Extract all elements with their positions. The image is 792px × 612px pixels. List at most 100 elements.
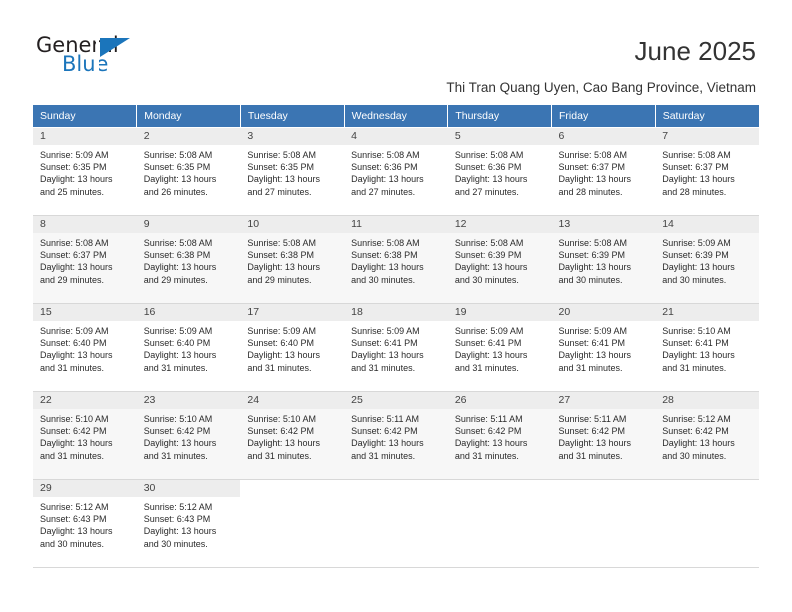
sunrise-sunset-calendar: Sunday Monday Tuesday Wednesday Thursday… xyxy=(33,105,759,568)
daylight-duration-line1: Daylight: 13 hours xyxy=(558,174,632,185)
sunset-time: Sunset: 6:42 PM xyxy=(143,426,211,437)
calendar-day-cell[interactable]: 16 Sunrise: 5:09 AM Sunset: 6:40 PM Dayligh… xyxy=(136,303,241,392)
daylight-duration-line1: Daylight: 13 hours xyxy=(454,262,528,273)
daylight-duration-line2: and 30 minutes. xyxy=(40,538,105,549)
calendar-day-cell[interactable]: 25 Sunrise: 5:11 AM Sunset: 6:42 PM Dayligh… xyxy=(344,391,448,480)
sunrise-time: Sunrise: 5:09 AM xyxy=(558,326,628,336)
daylight-duration-line1: Daylight: 13 hours xyxy=(143,526,217,537)
calendar-day-cell[interactable]: 22 Sunrise: 5:10 AM Sunset: 6:42 PM Dayligh… xyxy=(33,391,137,480)
daylight-duration-line2: and 31 minutes. xyxy=(662,362,727,373)
daylight-duration-line1: Daylight: 13 hours xyxy=(351,262,424,273)
daylight-duration-line2: and 30 minutes. xyxy=(558,274,623,285)
day-details: Sunrise: 5:08 AM Sunset: 6:36 PM Daylight:… xyxy=(344,145,448,198)
sunset-time: Sunset: 6:42 PM xyxy=(454,426,522,437)
sunrise-time: Sunrise: 5:12 AM xyxy=(143,502,213,512)
calendar-day-cell[interactable]: 20 Sunrise: 5:09 AM Sunset: 6:41 PM Dayligh… xyxy=(551,303,656,392)
page-header: General Blue June 2025 Thi Tran Quang Uy… xyxy=(0,0,792,95)
daylight-duration-line1: Daylight: 13 hours xyxy=(40,262,113,273)
day-details: Sunrise: 5:08 AM Sunset: 6:37 PM Daylight:… xyxy=(552,145,656,198)
calendar-day-cell[interactable]: 29 Sunrise: 5:12 AM Sunset: 6:43 PM Dayligh… xyxy=(33,479,137,568)
calendar-day-cell[interactable]: 27 Sunrise: 5:11 AM Sunset: 6:42 PM Dayligh… xyxy=(551,391,656,480)
sunrise-time: Sunrise: 5:12 AM xyxy=(40,502,109,512)
day-details: Sunrise: 5:08 AM Sunset: 6:39 PM Daylight:… xyxy=(448,233,552,286)
day-details: Sunrise: 5:08 AM Sunset: 6:38 PM Daylight:… xyxy=(344,233,448,286)
day-details: Sunrise: 5:08 AM Sunset: 6:37 PM Daylight:… xyxy=(655,145,759,198)
calendar-day-cell[interactable]: 13 Sunrise: 5:08 AM Sunset: 6:39 PM Dayligh… xyxy=(551,215,656,304)
day-details: Sunrise: 5:12 AM Sunset: 6:43 PM Daylight:… xyxy=(33,497,137,550)
calendar-day-cell[interactable]: 17 Sunrise: 5:09 AM Sunset: 6:40 PM Dayligh… xyxy=(240,303,345,392)
daylight-duration-line2: and 29 minutes. xyxy=(40,274,105,285)
day-details: Sunrise: 5:10 AM Sunset: 6:41 PM Daylight:… xyxy=(655,321,759,374)
day-details: Sunrise: 5:08 AM Sunset: 6:36 PM Daylight:… xyxy=(448,145,552,198)
calendar-day-cell[interactable]: 30 Sunrise: 5:12 AM Sunset: 6:43 PM Dayligh… xyxy=(136,479,241,568)
sunset-time: Sunset: 6:37 PM xyxy=(558,162,626,173)
daylight-duration-line2: and 28 minutes. xyxy=(662,186,727,197)
day-details: Sunrise: 5:10 AM Sunset: 6:42 PM Daylight:… xyxy=(33,409,137,462)
weekday-header-friday: Friday xyxy=(551,105,656,128)
daylight-duration-line2: and 30 minutes. xyxy=(351,274,416,285)
sunset-time: Sunset: 6:41 PM xyxy=(351,338,418,349)
daylight-duration-line1: Daylight: 13 hours xyxy=(247,438,320,449)
daylight-duration-line2: and 30 minutes. xyxy=(662,450,727,461)
sunset-time: Sunset: 6:38 PM xyxy=(247,250,314,261)
logo-divider xyxy=(96,38,99,76)
daylight-duration-line1: Daylight: 13 hours xyxy=(40,350,113,361)
weekday-header-saturday: Saturday xyxy=(655,105,759,128)
daylight-duration-line1: Daylight: 13 hours xyxy=(454,174,528,185)
calendar-day-cell[interactable]: 3 Sunrise: 5:08 AM Sunset: 6:35 PM Daylight… xyxy=(240,127,345,216)
sunset-time: Sunset: 6:36 PM xyxy=(351,162,418,173)
calendar-day-cell[interactable]: 15 Sunrise: 5:09 AM Sunset: 6:40 PM Dayligh… xyxy=(33,303,137,392)
general-blue-logo[interactable]: General Blue xyxy=(36,34,166,84)
sunset-time: Sunset: 6:39 PM xyxy=(662,250,729,261)
calendar-day-cell[interactable]: 8 Sunrise: 5:08 AM Sunset: 6:37 PM Daylight… xyxy=(33,215,137,304)
calendar-day-cell[interactable]: 10 Sunrise: 5:08 AM Sunset: 6:38 PM Dayligh… xyxy=(240,215,345,304)
calendar-day-cell[interactable]: 9 Sunrise: 5:08 AM Sunset: 6:38 PM Daylight… xyxy=(136,215,241,304)
calendar-day-cell-empty xyxy=(655,479,759,568)
daylight-duration-line1: Daylight: 13 hours xyxy=(40,174,113,185)
calendar-day-cell[interactable]: 23 Sunrise: 5:10 AM Sunset: 6:42 PM Dayligh… xyxy=(136,391,241,480)
daylight-duration-line1: Daylight: 13 hours xyxy=(247,350,320,361)
sunset-time: Sunset: 6:42 PM xyxy=(40,426,107,437)
sunset-time: Sunset: 6:42 PM xyxy=(662,426,729,437)
calendar-day-cell[interactable]: 6 Sunrise: 5:08 AM Sunset: 6:37 PM Daylight… xyxy=(551,127,656,216)
calendar-day-cell-empty xyxy=(447,479,552,568)
day-number: 22 xyxy=(33,392,137,409)
sunrise-time: Sunrise: 5:08 AM xyxy=(247,238,316,248)
sunset-time: Sunset: 6:41 PM xyxy=(454,338,522,349)
daylight-duration-line2: and 31 minutes. xyxy=(454,362,519,373)
weekday-header-sunday: Sunday xyxy=(33,105,138,128)
calendar-day-cell[interactable]: 18 Sunrise: 5:09 AM Sunset: 6:41 PM Dayligh… xyxy=(344,303,448,392)
calendar-week-row: 29 Sunrise: 5:12 AM Sunset: 6:43 PM Dayligh… xyxy=(33,479,759,568)
sunrise-time: Sunrise: 5:08 AM xyxy=(454,238,524,248)
day-number: 26 xyxy=(447,392,552,409)
day-details: Sunrise: 5:09 AM Sunset: 6:40 PM Daylight:… xyxy=(240,321,344,374)
sunrise-time: Sunrise: 5:08 AM xyxy=(351,150,420,160)
calendar-day-cell[interactable]: 1 Sunrise: 5:09 AM Sunset: 6:35 PM Daylight… xyxy=(33,127,137,216)
daylight-duration-line2: and 29 minutes. xyxy=(143,274,208,285)
calendar-day-cell[interactable]: 7 Sunrise: 5:08 AM Sunset: 6:37 PM Daylight… xyxy=(655,127,759,216)
daylight-duration-line1: Daylight: 13 hours xyxy=(40,438,113,449)
sunrise-time: Sunrise: 5:09 AM xyxy=(40,150,109,160)
day-number: 23 xyxy=(136,392,241,409)
calendar-day-cell[interactable]: 4 Sunrise: 5:08 AM Sunset: 6:36 PM Daylight… xyxy=(344,127,448,216)
calendar-day-cell[interactable]: 19 Sunrise: 5:09 AM Sunset: 6:41 PM Dayligh… xyxy=(447,303,552,392)
calendar-day-cell[interactable]: 2 Sunrise: 5:08 AM Sunset: 6:35 PM Daylight… xyxy=(136,127,241,216)
day-number: 9 xyxy=(136,216,241,233)
day-number: 18 xyxy=(344,304,448,321)
sunrise-time: Sunrise: 5:10 AM xyxy=(662,326,731,336)
calendar-day-cell[interactable]: 14 Sunrise: 5:09 AM Sunset: 6:39 PM Dayligh… xyxy=(655,215,759,304)
day-number: 30 xyxy=(136,480,241,497)
calendar-day-cell[interactable]: 28 Sunrise: 5:12 AM Sunset: 6:42 PM Dayligh… xyxy=(655,391,759,480)
sunrise-time: Sunrise: 5:08 AM xyxy=(558,238,628,248)
day-details: Sunrise: 5:09 AM Sunset: 6:41 PM Daylight:… xyxy=(344,321,448,374)
day-number: 5 xyxy=(447,128,552,145)
calendar-day-cell[interactable]: 24 Sunrise: 5:10 AM Sunset: 6:42 PM Dayligh… xyxy=(240,391,345,480)
calendar-day-cell[interactable]: 26 Sunrise: 5:11 AM Sunset: 6:42 PM Dayligh… xyxy=(447,391,552,480)
calendar-day-cell[interactable]: 12 Sunrise: 5:08 AM Sunset: 6:39 PM Dayligh… xyxy=(447,215,552,304)
day-number: 11 xyxy=(344,216,448,233)
day-number: 16 xyxy=(136,304,241,321)
calendar-day-cell[interactable]: 11 Sunrise: 5:08 AM Sunset: 6:38 PM Dayligh… xyxy=(344,215,448,304)
calendar-day-cell[interactable]: 21 Sunrise: 5:10 AM Sunset: 6:41 PM Dayligh… xyxy=(655,303,759,392)
calendar-day-cell[interactable]: 5 Sunrise: 5:08 AM Sunset: 6:36 PM Daylight… xyxy=(447,127,552,216)
day-details: Sunrise: 5:10 AM Sunset: 6:42 PM Daylight:… xyxy=(137,409,241,462)
